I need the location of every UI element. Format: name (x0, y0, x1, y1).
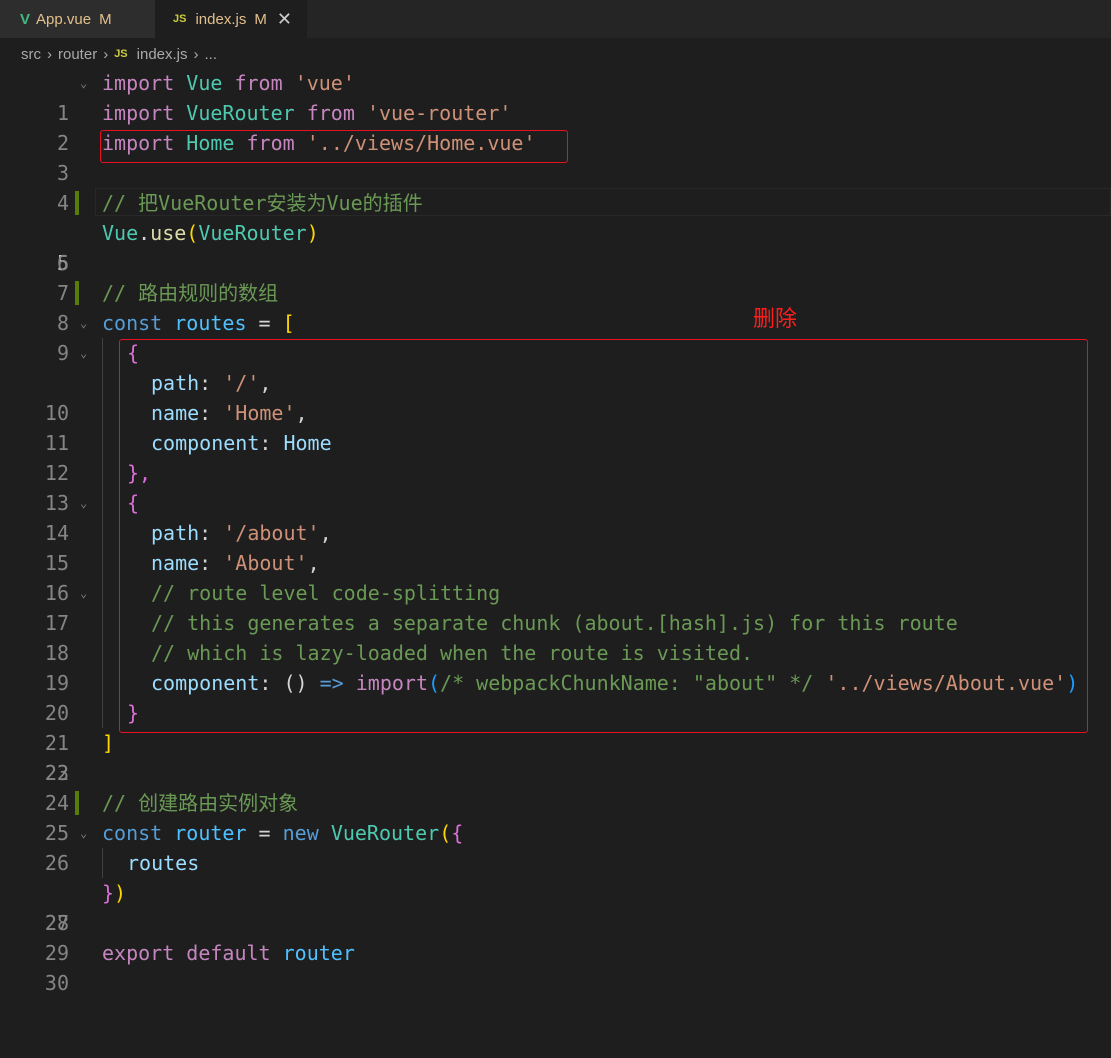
code-line: 8 // 路由规则的数组 (0, 278, 1111, 335)
comment: // 把VueRouter安装为Vue的插件 (102, 191, 423, 215)
token: 'vue-router' (366, 101, 512, 125)
code-line: 28 }) (0, 878, 1111, 935)
token: = (246, 311, 283, 335)
indent-guide (102, 488, 103, 518)
highlight-box-delete-routes (119, 339, 1088, 733)
token: } (102, 881, 115, 905)
indent-guide (102, 338, 103, 368)
modified-badge: M (254, 10, 267, 28)
token: Vue (186, 71, 223, 95)
code-line: 6 Vue.use(VueRouter) (0, 218, 1111, 275)
fold-chevron-icon[interactable]: ⌄ (80, 578, 87, 608)
vue-file-icon: V (20, 10, 31, 28)
token: . (138, 221, 151, 245)
chevron-right-icon: › (103, 45, 109, 63)
breadcrumb-item-file[interactable]: index.js (137, 46, 188, 63)
modified-badge: M (99, 10, 112, 28)
code-line: 2 import VueRouter from 'vue-router' (0, 98, 1111, 155)
code-line: 25 // 创建路由实例对象 (0, 788, 1111, 845)
token: VueRouter (186, 101, 295, 125)
token: router (282, 941, 355, 965)
code-line: 24 (0, 758, 1111, 815)
token: VueRouter (198, 221, 307, 245)
code-line: 30 export default router (0, 938, 1111, 995)
highlight-box-import-home (100, 130, 568, 163)
token: from (234, 71, 283, 95)
indent-guide (102, 458, 103, 488)
fold-chevron-icon[interactable]: ⌄ (80, 308, 87, 338)
token: ( (439, 821, 452, 845)
token: use (150, 221, 187, 245)
token: import (102, 101, 175, 125)
js-file-icon: JS (114, 48, 128, 60)
fold-chevron-icon[interactable]: ⌄ (80, 68, 87, 98)
tab-label: index.js (195, 10, 247, 28)
token: = (246, 821, 283, 845)
code-line: 9 ⌄ const routes = [ (0, 308, 1111, 365)
code-editor[interactable]: 1 ⌄ import Vue from 'vue' 2 import VueRo… (0, 68, 1111, 995)
indent-guide (102, 428, 103, 458)
indent-guide (102, 518, 103, 548)
token: default (186, 941, 271, 965)
token: new (282, 821, 319, 845)
fold-chevron-icon[interactable]: ⌄ (80, 818, 87, 848)
indent-guide (102, 608, 103, 638)
indent-guide (102, 668, 103, 698)
code-line: 5 // 把VueRouter安装为Vue的插件 (0, 188, 1111, 275)
breadcrumb-item-router[interactable]: router (58, 46, 97, 63)
indent-guide (102, 698, 103, 728)
close-icon[interactable]: ✕ (277, 9, 292, 30)
tab-app-vue[interactable]: V App.vue M (0, 0, 155, 38)
indent-guide (102, 638, 103, 668)
breadcrumb: src › router › JS index.js › ... (0, 38, 1111, 70)
token: routes (174, 311, 247, 335)
indent-guide (102, 578, 103, 608)
token: const (102, 311, 163, 335)
breadcrumb-item-symbols[interactable]: ... (205, 46, 218, 63)
token: const (102, 821, 163, 845)
token: routes (127, 851, 200, 875)
comment: // 创建路由实例对象 (102, 791, 299, 815)
breadcrumb-item-src[interactable]: src (21, 46, 41, 63)
token: 'vue' (294, 71, 355, 95)
delete-annotation-label: 删除 (753, 307, 798, 332)
code-line: 7 (0, 248, 1111, 305)
indent-guide (102, 848, 103, 878)
fold-chevron-icon[interactable]: ⌄ (80, 338, 87, 368)
chevron-right-icon: › (193, 45, 199, 63)
token: ) (306, 221, 319, 245)
token: ) (114, 881, 127, 905)
token: { (451, 821, 464, 845)
indent-guide (102, 368, 103, 398)
indent-guide (102, 398, 103, 428)
comment: // 路由规则的数组 (102, 281, 279, 305)
editor-tab-bar: V App.vue M JS index.js M ✕ (0, 0, 1111, 38)
indent-guide (102, 548, 103, 578)
code-line: 29 (0, 908, 1111, 965)
token: export (102, 941, 175, 965)
token: Vue (102, 221, 139, 245)
token: router (174, 821, 247, 845)
code-line: 27 routes (0, 848, 1111, 935)
token: VueRouter (330, 821, 440, 845)
tab-label: App.vue (36, 10, 92, 28)
code-line: 1 ⌄ import Vue from 'vue' (0, 68, 1111, 125)
modified-line-marker (75, 281, 79, 305)
token: import (102, 71, 175, 95)
fold-chevron-icon[interactable]: ⌄ (80, 488, 87, 518)
code-line: 26 ⌄ const router = new VueRouter({ (0, 818, 1111, 875)
modified-line-marker (75, 791, 79, 815)
tab-index-js[interactable]: JS index.js M ✕ (155, 0, 307, 38)
token: from (306, 101, 355, 125)
token: [ (282, 311, 295, 335)
line-number: 30 (44, 971, 69, 995)
token: ( (186, 221, 199, 245)
chevron-right-icon: › (47, 45, 52, 63)
js-file-icon: JS (173, 13, 187, 25)
modified-line-marker (75, 191, 79, 215)
token: ] (102, 731, 115, 755)
